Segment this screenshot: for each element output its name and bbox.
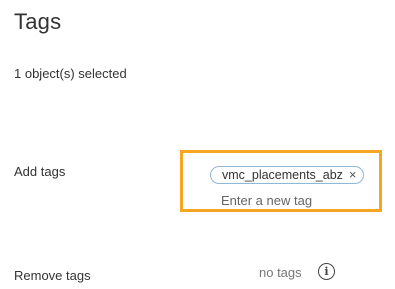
close-icon[interactable]: ×: [349, 167, 357, 183]
info-icon[interactable]: i: [318, 263, 335, 280]
selected-count-text: 1 object(s) selected: [14, 66, 127, 81]
add-tags-field[interactable]: vmc_placements_abz ×: [180, 150, 382, 212]
new-tag-input[interactable]: [221, 191, 371, 209]
tag-chip: vmc_placements_abz ×: [210, 166, 364, 184]
no-tags-text: no tags: [259, 265, 302, 280]
add-tags-label: Add tags: [14, 164, 66, 179]
dialog-title: Tags: [14, 9, 62, 34]
tag-chip-label: vmc_placements_abz: [222, 168, 343, 182]
remove-tags-label: Remove tags: [14, 268, 91, 283]
